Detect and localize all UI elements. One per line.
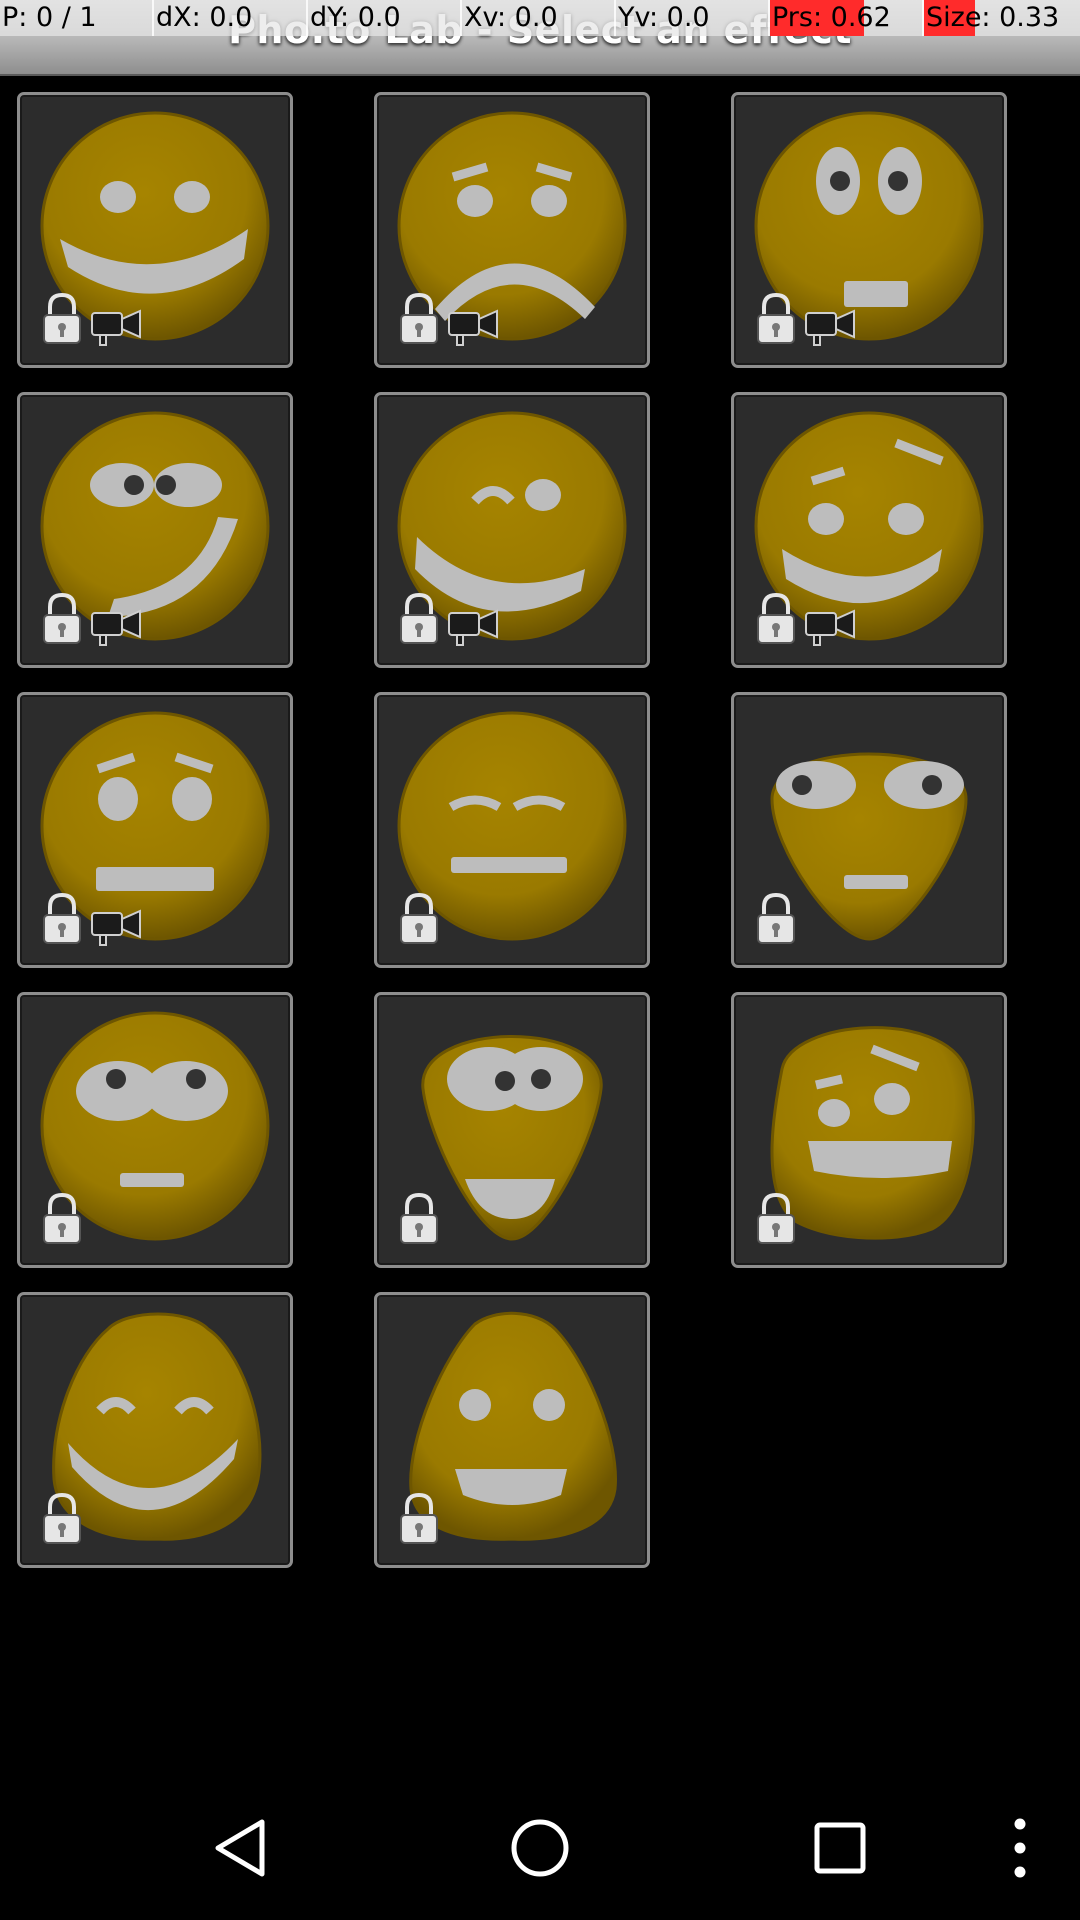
lock-badge xyxy=(38,891,86,947)
debug-cell: P: 0 / 1 xyxy=(0,0,154,36)
effect-tile-wink[interactable] xyxy=(374,392,650,668)
back-triangle-icon xyxy=(215,1819,265,1877)
lock-badge xyxy=(752,291,800,347)
effect-tile-stare[interactable] xyxy=(17,992,293,1268)
effect-tile-smile[interactable] xyxy=(17,92,293,368)
video-camera-icon xyxy=(805,609,855,646)
recents-button[interactable] xyxy=(800,1776,880,1920)
overflow-menu-icon xyxy=(1014,1818,1026,1878)
lock-badge xyxy=(38,591,86,647)
lock-icon xyxy=(757,1192,795,1244)
pointer-location-overlay: P: 0 / 1 dX: 0.0 dY: 0.0 Xv: 0.0 Yv: 0.0 Prs:… xyxy=(0,0,1080,36)
overflow-menu-button[interactable] xyxy=(990,1776,1050,1920)
debug-cell: Xv: 0.0 xyxy=(462,0,616,36)
debug-cell: dY: 0.0 xyxy=(308,0,462,36)
effect-badges xyxy=(395,291,501,347)
debug-cell: Size: 0.33 xyxy=(924,0,1080,36)
lock-badge xyxy=(395,291,443,347)
effect-badges xyxy=(752,591,858,647)
video-badge xyxy=(90,303,144,347)
lock-badge xyxy=(395,1191,443,1247)
debug-label: Xv: 0.0 xyxy=(464,2,558,33)
effect-tile-toothy-grin[interactable] xyxy=(731,992,1007,1268)
effect-badges xyxy=(38,891,144,947)
home-button[interactable] xyxy=(500,1776,580,1920)
lock-badge xyxy=(38,291,86,347)
lock-badge xyxy=(395,591,443,647)
effect-badges xyxy=(38,291,144,347)
effect-tile-bored[interactable] xyxy=(374,692,650,968)
video-badge xyxy=(447,603,501,647)
effect-tile-surprised[interactable] xyxy=(731,92,1007,368)
navigation-bar xyxy=(0,1776,1080,1920)
back-button[interactable] xyxy=(200,1776,280,1920)
lock-icon xyxy=(43,592,81,644)
debug-cell: dX: 0.0 xyxy=(154,0,308,36)
lock-badge xyxy=(395,891,443,947)
recents-square-icon xyxy=(814,1822,866,1874)
effect-tile-happy-blob[interactable] xyxy=(17,1292,293,1568)
video-camera-icon xyxy=(91,609,141,646)
effect-badges xyxy=(38,1191,86,1247)
effect-badges xyxy=(752,291,858,347)
video-badge xyxy=(447,303,501,347)
debug-label: dY: 0.0 xyxy=(310,2,401,33)
lock-badge xyxy=(752,591,800,647)
effect-tile-crazy[interactable] xyxy=(17,392,293,668)
debug-label: P: 0 / 1 xyxy=(2,2,97,33)
lock-icon xyxy=(400,1192,438,1244)
lock-icon xyxy=(757,292,795,344)
video-badge xyxy=(90,903,144,947)
effect-tile-raised-brow-smile[interactable] xyxy=(731,392,1007,668)
video-camera-icon xyxy=(448,609,498,646)
effect-tile-sad[interactable] xyxy=(374,92,650,368)
video-camera-icon xyxy=(91,309,141,346)
lock-icon xyxy=(757,892,795,944)
lock-icon xyxy=(400,892,438,944)
lock-badge xyxy=(395,1491,443,1547)
lock-icon xyxy=(400,292,438,344)
effect-tile-alien[interactable] xyxy=(731,692,1007,968)
debug-label: Size: 0.33 xyxy=(926,2,1060,33)
effect-badges xyxy=(395,1191,443,1247)
debug-label: Prs: 0.62 xyxy=(772,2,891,33)
debug-cell: Yv: 0.0 xyxy=(616,0,770,36)
lock-badge xyxy=(752,1191,800,1247)
effect-badges xyxy=(395,591,501,647)
lock-icon xyxy=(400,1492,438,1544)
lock-icon xyxy=(757,592,795,644)
effect-badges xyxy=(752,891,800,947)
lock-icon xyxy=(43,1192,81,1244)
video-camera-icon xyxy=(805,309,855,346)
lock-badge xyxy=(38,1491,86,1547)
effect-badges xyxy=(395,891,443,947)
effect-tile-nervous[interactable] xyxy=(17,692,293,968)
effect-tile-pear-grin[interactable] xyxy=(374,1292,650,1568)
video-badge xyxy=(90,603,144,647)
lock-icon xyxy=(43,292,81,344)
lock-badge xyxy=(38,1191,86,1247)
effect-tile-wide-eyed-grin[interactable] xyxy=(374,992,650,1268)
home-circle-icon xyxy=(511,1819,569,1877)
effect-badges xyxy=(38,591,144,647)
debug-label: Yv: 0.0 xyxy=(618,2,710,33)
effects-grid xyxy=(17,92,1007,1568)
video-camera-icon xyxy=(91,909,141,946)
video-badge xyxy=(804,303,858,347)
video-camera-icon xyxy=(448,309,498,346)
effect-badges xyxy=(38,1491,86,1547)
lock-badge xyxy=(752,891,800,947)
video-badge xyxy=(804,603,858,647)
lock-icon xyxy=(43,1492,81,1544)
debug-cell: Prs: 0.62 xyxy=(770,0,924,36)
effect-badges xyxy=(752,1191,800,1247)
debug-label: dX: 0.0 xyxy=(156,2,253,33)
lock-icon xyxy=(400,592,438,644)
effect-badges xyxy=(395,1491,443,1547)
lock-icon xyxy=(43,892,81,944)
